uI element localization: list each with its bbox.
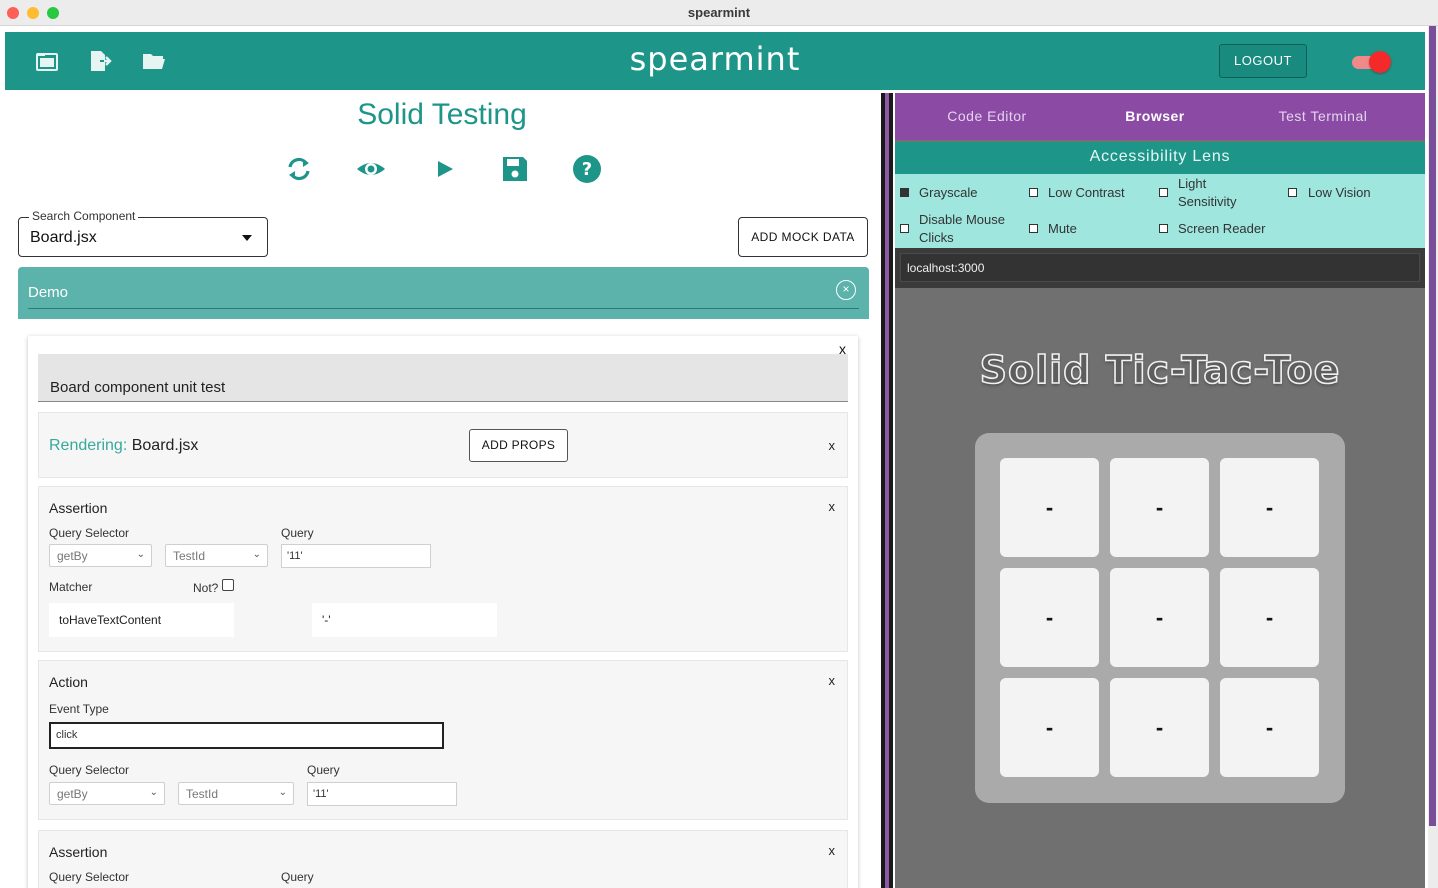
search-component-select[interactable]: Search Component Board.jsx — [18, 209, 268, 257]
matcher-value-input[interactable]: '-' — [312, 603, 497, 637]
window-scrollbar[interactable] — [1428, 26, 1438, 888]
close-circle-icon[interactable]: × — [836, 280, 856, 300]
close-assertion-button[interactable]: x — [829, 499, 836, 514]
screen-reader-checkbox[interactable] — [1159, 224, 1168, 233]
board-cell[interactable]: - — [1110, 568, 1209, 667]
disable-mouse-label[interactable]: Disable Mouse Clicks — [919, 211, 1005, 247]
chevron-down-icon: ⌄ — [149, 787, 158, 798]
screen-reader-label[interactable]: Screen Reader — [1178, 220, 1265, 238]
action-title: Action — [49, 674, 88, 690]
refresh-icon[interactable] — [284, 154, 314, 184]
close-assertion-button[interactable]: x — [829, 843, 836, 858]
chevron-down-icon: ⌄ — [252, 549, 261, 560]
caret-down-icon — [242, 235, 252, 241]
board-cell[interactable]: - — [1000, 678, 1099, 777]
theme-toggle-knob[interactable] — [1369, 51, 1391, 73]
panel-resize-handle[interactable] — [881, 93, 893, 888]
game-title: Solid Tic-Tac-Toe — [979, 347, 1341, 393]
eye-icon[interactable] — [356, 154, 386, 184]
app-header: spearmint LOGOUT — [5, 32, 1425, 90]
browser-preview: Solid Tic-Tac-Toe - - - - - - - - - — [895, 288, 1425, 888]
url-input[interactable]: localhost:3000 — [900, 253, 1420, 282]
not-checkbox[interactable] — [222, 579, 234, 591]
play-icon[interactable] — [430, 154, 460, 184]
rendering-value: Board.jsx — [131, 437, 199, 454]
accessibility-options: Grayscale Low Contrast Light Sensitivity … — [895, 174, 1425, 248]
disable-mouse-checkbox[interactable] — [900, 224, 909, 233]
assertion-title: Assertion — [49, 500, 108, 516]
low-vision-label[interactable]: Low Vision — [1308, 184, 1371, 202]
query-label: Query — [281, 526, 314, 540]
test-builder-panel: Solid Testing ? Search Component Board.j… — [0, 90, 880, 888]
query-label: Query — [307, 763, 340, 777]
page-title: Solid Testing — [357, 98, 527, 131]
query-selector-label: Query Selector — [49, 763, 130, 777]
right-tabs: Code Editor Browser Test Terminal — [895, 93, 1425, 140]
help-icon[interactable]: ? — [572, 154, 602, 184]
query-selector-label: Query Selector — [49, 870, 130, 884]
tab-browser[interactable]: Browser — [1067, 108, 1243, 124]
board-cell[interactable]: - — [1220, 568, 1319, 667]
board-cell[interactable]: - — [1000, 458, 1099, 557]
test-block-card: x Board component unit test Rendering: B… — [28, 336, 858, 888]
board-cell[interactable]: - — [1000, 568, 1099, 667]
assertion-block: Assertion x Query Selector Query — [38, 830, 848, 888]
browser-url-bar: localhost:3000 — [895, 248, 1425, 288]
low-contrast-checkbox[interactable] — [1029, 188, 1038, 197]
logout-button[interactable]: LOGOUT — [1219, 44, 1307, 78]
demo-label: Demo — [28, 284, 69, 301]
query-selector-select[interactable]: getBy ⌄ — [49, 782, 165, 805]
grayscale-label[interactable]: Grayscale — [919, 184, 978, 202]
query-input[interactable]: '11' — [307, 782, 457, 806]
not-label: Not? — [193, 581, 219, 595]
assertion-title: Assertion — [49, 844, 108, 860]
light-sensitivity-checkbox[interactable] — [1159, 188, 1168, 197]
app-brand: spearmint — [629, 40, 801, 78]
board-cell[interactable]: - — [1110, 678, 1209, 777]
accessibility-lens-title: Accessibility Lens — [895, 142, 1425, 174]
describe-block[interactable]: Board component unit test — [38, 354, 848, 402]
rendering-block: Rendering: Board.jsx ADD PROPS x — [38, 412, 848, 478]
event-type-input[interactable]: click — [49, 722, 444, 749]
search-component-label: Search Component — [29, 209, 139, 223]
search-component-value: Board.jsx — [30, 229, 97, 246]
close-rendering-button[interactable]: x — [829, 438, 836, 453]
query-selector-select[interactable]: getBy ⌄ — [49, 544, 152, 567]
action-block: Action x Event Type click Query Selector… — [38, 660, 848, 820]
chevron-down-icon: ⌄ — [136, 549, 145, 560]
close-action-button[interactable]: x — [829, 673, 836, 688]
save-icon[interactable] — [500, 154, 530, 184]
matcher-input[interactable]: toHaveTextContent — [49, 603, 234, 637]
board-cell[interactable]: - — [1220, 678, 1319, 777]
tab-code-editor[interactable]: Code Editor — [899, 108, 1075, 124]
query-type-select[interactable]: TestId ⌄ — [165, 544, 268, 567]
board-cell[interactable]: - — [1110, 458, 1209, 557]
rendering-label: Rendering: Board.jsx — [49, 437, 199, 454]
demo-header[interactable]: Demo × — [18, 267, 869, 319]
low-contrast-label[interactable]: Low Contrast — [1048, 184, 1125, 202]
mute-label[interactable]: Mute — [1048, 220, 1077, 238]
board-cell[interactable]: - — [1220, 458, 1319, 557]
describe-text[interactable]: Board component unit test — [50, 379, 225, 396]
window-title: spearmint — [687, 5, 751, 20]
query-selector-label: Query Selector — [49, 526, 130, 540]
preview-panel: Code Editor Browser Test Terminal Access… — [895, 93, 1425, 888]
tab-test-terminal[interactable]: Test Terminal — [1235, 108, 1411, 124]
assertion-block: Assertion x Query Selector getBy ⌄ TestId… — [38, 486, 848, 652]
light-sensitivity-label[interactable]: Light Sensitivity — [1178, 175, 1237, 211]
matcher-label: Matcher — [49, 580, 93, 594]
svg-text:?: ? — [582, 159, 592, 180]
chevron-down-icon: ⌄ — [278, 787, 287, 798]
mute-checkbox[interactable] — [1029, 224, 1038, 233]
window-titlebar: spearmint — [0, 0, 1438, 26]
game-board: - - - - - - - - - — [975, 433, 1345, 803]
query-label: Query — [281, 870, 314, 884]
grayscale-checkbox[interactable] — [900, 188, 909, 197]
query-type-select[interactable]: TestId ⌄ — [178, 782, 294, 805]
low-vision-checkbox[interactable] — [1288, 188, 1297, 197]
add-props-button[interactable]: ADD PROPS — [469, 429, 568, 462]
query-input[interactable]: '11' — [281, 544, 431, 568]
event-type-label: Event Type — [49, 702, 109, 716]
add-mock-data-button[interactable]: ADD MOCK DATA — [738, 217, 868, 257]
